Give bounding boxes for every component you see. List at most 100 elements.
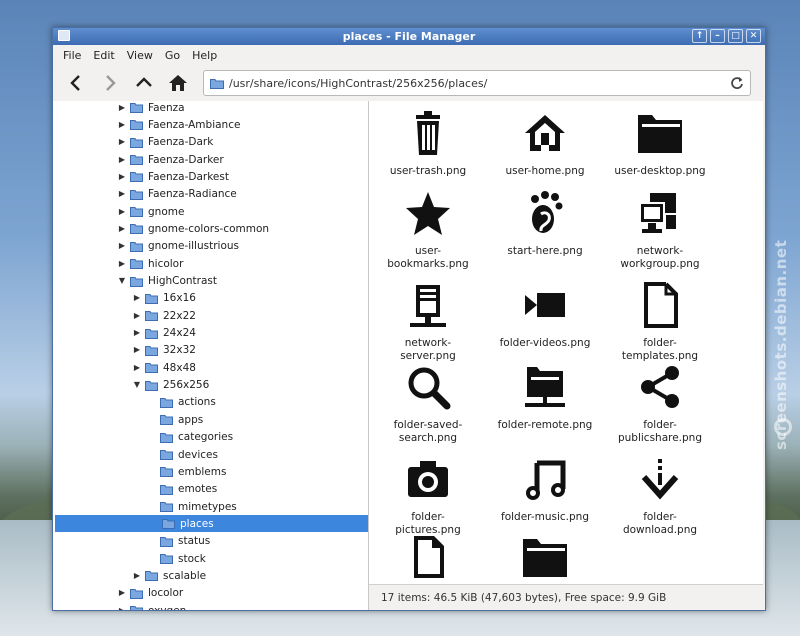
file-item[interactable]: user-trash.png — [369, 109, 487, 178]
tree-item[interactable]: ▶ gnome-colors-common — [53, 220, 368, 237]
file-item[interactable]: folder-pictures.png — [369, 455, 487, 537]
location-bar[interactable]: /usr/share/icons/HighContrast/256x256/pl… — [203, 70, 751, 96]
tree-item[interactable]: emblems — [53, 463, 368, 480]
tree-item[interactable]: ▶ Faenza-Ambiance — [53, 116, 368, 133]
tree-item[interactable]: ▶ hicolor — [53, 255, 368, 272]
tree-item[interactable]: ▶ Faenza-Darkest — [53, 168, 368, 185]
tree-item[interactable]: ▼ 256x256 — [53, 377, 368, 394]
tree-item[interactable]: devices — [53, 446, 368, 463]
file-item[interactable]: folder-music.png — [486, 455, 604, 524]
tree-item[interactable]: ▼ HighContrast — [53, 273, 368, 290]
menu-view[interactable]: View — [121, 49, 159, 62]
collapsed-arrow-icon[interactable]: ▶ — [117, 137, 127, 147]
file-item[interactable]: folder-templates.png — [601, 281, 719, 363]
expanded-arrow-icon[interactable]: ▼ — [117, 276, 127, 286]
tree-item[interactable]: categories — [53, 429, 368, 446]
collapsed-arrow-icon[interactable]: ▶ — [117, 224, 127, 234]
collapsed-arrow-icon[interactable]: ▶ — [132, 571, 142, 581]
collapsed-arrow-icon[interactable]: ▶ — [117, 172, 127, 182]
file-item[interactable]: folder-publicshare.png — [601, 363, 719, 445]
parent-folder-button[interactable] — [127, 67, 161, 99]
file-item[interactable]: folder-download.png — [601, 455, 719, 537]
forward-button[interactable] — [93, 67, 127, 99]
folder-tree[interactable]: ▶ Faenza ▶ Faenza-Ambiance ▶ Faenza-Dark ▶ Faen… — [53, 101, 369, 610]
collapsed-arrow-icon[interactable]: ▶ — [117, 155, 127, 165]
tree-item[interactable]: ▶ gnome-illustrious — [53, 238, 368, 255]
tree-item[interactable]: ▶ Faenza-Radiance — [53, 186, 368, 203]
tree-item[interactable]: ▶ 32x32 — [53, 342, 368, 359]
collapsed-arrow-icon[interactable]: ▶ — [117, 241, 127, 251]
collapsed-arrow-icon[interactable]: ▶ — [117, 207, 127, 217]
app-icon[interactable] — [58, 30, 70, 41]
tree-item[interactable]: places — [55, 515, 368, 533]
collapsed-arrow-icon[interactable]: ▶ — [117, 120, 127, 130]
trash-icon — [416, 111, 440, 155]
collapsed-arrow-icon[interactable]: ▶ — [117, 588, 127, 598]
file-name: network-workgroup.png — [620, 245, 700, 270]
tree-item[interactable]: ▶ Faenza-Dark — [53, 134, 368, 151]
minimize-button[interactable]: – — [710, 29, 725, 43]
folder-icon — [145, 363, 158, 374]
reload-icon[interactable] — [730, 76, 744, 90]
file-item[interactable]: user-desktop.png — [601, 109, 719, 178]
back-button[interactable] — [59, 67, 93, 99]
file-item[interactable]: folder-videos.png — [486, 281, 604, 350]
collapsed-arrow-icon[interactable]: ▶ — [132, 293, 142, 303]
collapsed-arrow-icon[interactable]: ▶ — [117, 606, 127, 610]
menu-go[interactable]: Go — [159, 49, 186, 62]
collapsed-arrow-icon[interactable]: ▶ — [132, 345, 142, 355]
tree-item[interactable]: ▶ 48x48 — [53, 359, 368, 376]
maximize-button[interactable]: □ — [728, 29, 743, 43]
file-item[interactable]: user-bookmarks.png — [369, 189, 487, 271]
file-item[interactable] — [369, 533, 487, 583]
file-item[interactable]: folder-remote.png — [486, 363, 604, 432]
tree-item[interactable]: ▶ Faenza — [53, 101, 368, 116]
tree-item-label: gnome-illustrious — [148, 240, 239, 253]
tree-item[interactable]: ▶ 22x22 — [53, 307, 368, 324]
collapsed-arrow-icon[interactable]: ▶ — [117, 189, 127, 199]
tree-item[interactable]: ▶ locolor — [53, 585, 368, 602]
tree-item[interactable]: emotes — [53, 481, 368, 498]
collapsed-arrow-icon[interactable]: ▶ — [132, 328, 142, 338]
file-item[interactable] — [486, 533, 604, 583]
folder-icon — [130, 172, 143, 183]
folder-icon — [130, 224, 143, 235]
tree-item[interactable]: ▶ 16x16 — [53, 290, 368, 307]
tree-item[interactable]: ▶ Faenza-Darker — [53, 151, 368, 168]
tree-item[interactable]: stock — [53, 550, 368, 567]
collapsed-arrow-icon[interactable]: ▶ — [132, 311, 142, 321]
folder-icon — [160, 397, 173, 408]
home-button[interactable] — [161, 67, 195, 99]
menu-edit[interactable]: Edit — [87, 49, 120, 62]
tree-item[interactable]: apps — [53, 411, 368, 428]
tree-item[interactable]: status — [53, 533, 368, 550]
collapsed-arrow-icon[interactable]: ▶ — [117, 103, 127, 113]
close-button[interactable]: ✕ — [746, 29, 761, 43]
file-item[interactable]: start-here.png — [486, 189, 604, 258]
expanded-arrow-icon[interactable]: ▼ — [132, 380, 142, 390]
tree-item-label: Faenza-Darkest — [148, 170, 229, 183]
keep-above-button[interactable]: ↑ — [692, 29, 707, 43]
file-item[interactable]: folder-saved-search.png — [369, 363, 487, 445]
file-item[interactable]: network-server.png — [369, 281, 487, 363]
tree-item-label: categories — [178, 431, 234, 444]
tree-item[interactable]: actions — [53, 394, 368, 411]
tree-item[interactable]: ▶ gnome — [53, 203, 368, 220]
title-bar[interactable]: places - File Manager ↑ – □ ✕ — [53, 28, 765, 45]
magnifier-icon — [408, 367, 451, 410]
menu-help[interactable]: Help — [186, 49, 223, 62]
music-icon — [526, 460, 566, 500]
collapsed-arrow-icon[interactable]: ▶ — [132, 363, 142, 373]
tree-item[interactable]: ▶ oxygen — [53, 602, 368, 610]
tree-item[interactable]: ▶ 24x24 — [53, 325, 368, 342]
tree-item[interactable]: ▶ scalable — [53, 567, 368, 584]
location-path[interactable]: /usr/share/icons/HighContrast/256x256/pl… — [229, 77, 730, 90]
watermark: screenshots.debian.net — [772, 239, 790, 450]
file-item[interactable]: user-home.png — [486, 109, 604, 178]
collapsed-arrow-icon[interactable]: ▶ — [117, 259, 127, 269]
menu-file[interactable]: File — [57, 49, 87, 62]
file-item[interactable]: network-workgroup.png — [601, 189, 719, 271]
tree-item[interactable]: mimetypes — [53, 498, 368, 515]
